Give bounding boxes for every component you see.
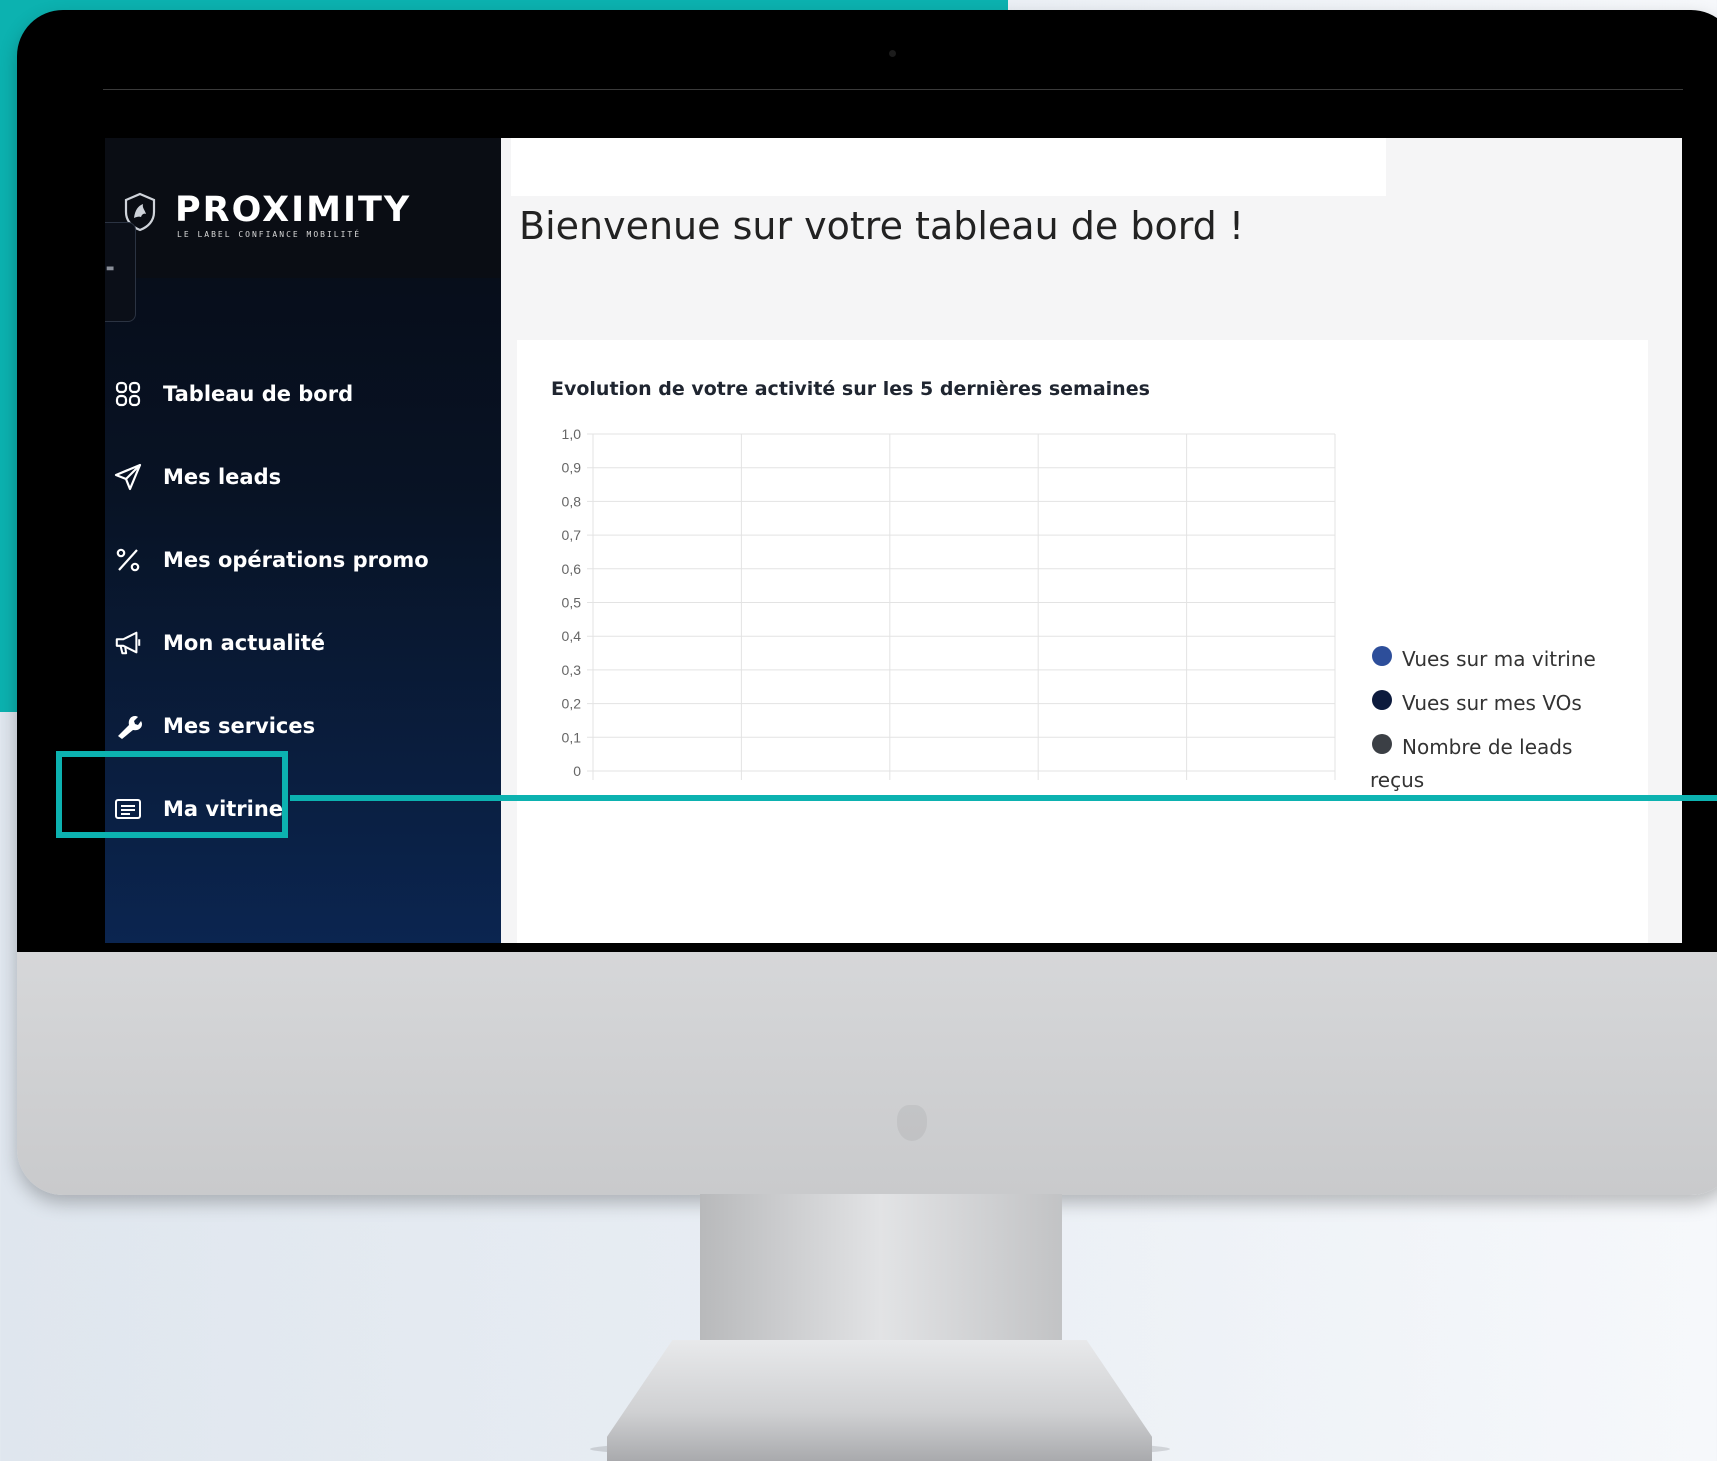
legend-marker xyxy=(1372,690,1392,710)
sidebar-item-label: Mes services xyxy=(163,714,316,738)
y-tick-label: 0,2 xyxy=(562,696,582,712)
y-tick-label: 0,5 xyxy=(562,595,582,611)
logo-area: PROXIMITY LE LABEL CONFIANCE MOBILITÉ xyxy=(105,138,501,278)
sidebar-item-label: Mes opérations promo xyxy=(163,548,429,572)
sidebar-item-mes-leads[interactable]: Mes leads xyxy=(105,447,501,507)
wrench-icon xyxy=(114,712,142,740)
callout-line xyxy=(290,795,1717,801)
page-title: Bienvenue sur votre tableau de bord ! xyxy=(519,204,1245,248)
y-tick-label: 0,3 xyxy=(562,662,582,678)
dashboard-grid-icon xyxy=(114,380,142,408)
sidebar-item-mes-services[interactable]: Mes services xyxy=(105,696,501,756)
activity-chart-card: Evolution de votre activité sur les 5 de… xyxy=(517,340,1648,943)
y-tick-label: 1,0 xyxy=(562,426,582,442)
sidebar-collapse-toggle[interactable]: ╸ xyxy=(105,222,136,322)
y-tick-label: 0,4 xyxy=(562,628,582,644)
camera-dot xyxy=(889,50,896,57)
chart-legend: Vues sur ma vitrine Vues sur mes VOs Nom… xyxy=(1370,636,1640,792)
highlight-box-ma-vitrine xyxy=(56,751,288,838)
megaphone-icon xyxy=(114,629,142,657)
activity-chart: 00,10,20,30,40,50,60,70,80,91,0S26S27S28… xyxy=(562,426,1336,780)
collapse-handle-icon: ╸ xyxy=(107,257,121,282)
legend-item-vues-vitrine[interactable]: Vues sur ma vitrine xyxy=(1370,636,1640,680)
sidebar-item-label: Tableau de bord xyxy=(163,382,354,406)
y-tick-label: 0,8 xyxy=(562,493,582,509)
monitor-stand-base xyxy=(607,1340,1152,1461)
y-tick-label: 0,9 xyxy=(562,460,582,476)
paper-plane-icon xyxy=(114,463,142,491)
sidebar-item-mon-actualite[interactable]: Mon actualité xyxy=(105,613,501,673)
y-tick-label: 0,6 xyxy=(562,561,582,577)
sidebar-item-mes-operations-promo[interactable]: Mes opérations promo xyxy=(105,530,501,590)
legend-item-vues-vos[interactable]: Vues sur mes VOs xyxy=(1370,680,1640,724)
monitor-logo-icon xyxy=(897,1105,927,1141)
monitor-frame: PROXIMITY LE LABEL CONFIANCE MOBILITÉ ╸ … xyxy=(17,10,1717,1195)
legend-item-nombre-leads[interactable]: Nombre de leads reçus xyxy=(1370,724,1640,792)
chart-title: Evolution de votre activité sur les 5 de… xyxy=(551,378,1150,400)
y-tick-label: 0,1 xyxy=(562,729,582,745)
y-tick-label: 0,7 xyxy=(562,527,582,543)
y-tick-label: 0 xyxy=(573,763,581,779)
screen: PROXIMITY LE LABEL CONFIANCE MOBILITÉ ╸ … xyxy=(105,138,1682,943)
sidebar-item-label: Mes leads xyxy=(163,465,282,489)
legend-label: Nombre de leads reçus xyxy=(1370,735,1573,792)
main-content: Bienvenue sur votre tableau de bord ! Ev… xyxy=(501,138,1682,943)
monitor-stand-neck xyxy=(700,1194,1062,1344)
top-bar xyxy=(511,138,1386,196)
legend-marker xyxy=(1372,646,1392,666)
bezel-line xyxy=(103,89,1683,90)
legend-label: Vues sur mes VOs xyxy=(1402,691,1582,715)
legend-label: Vues sur ma vitrine xyxy=(1402,647,1596,671)
sidebar-item-label: Mon actualité xyxy=(163,631,326,655)
percent-icon xyxy=(114,546,142,574)
sidebar-item-tableau-de-bord[interactable]: Tableau de bord xyxy=(105,364,501,424)
brand-title: PROXIMITY xyxy=(175,190,412,230)
brand-tagline: LE LABEL CONFIANCE MOBILITÉ xyxy=(177,230,362,239)
